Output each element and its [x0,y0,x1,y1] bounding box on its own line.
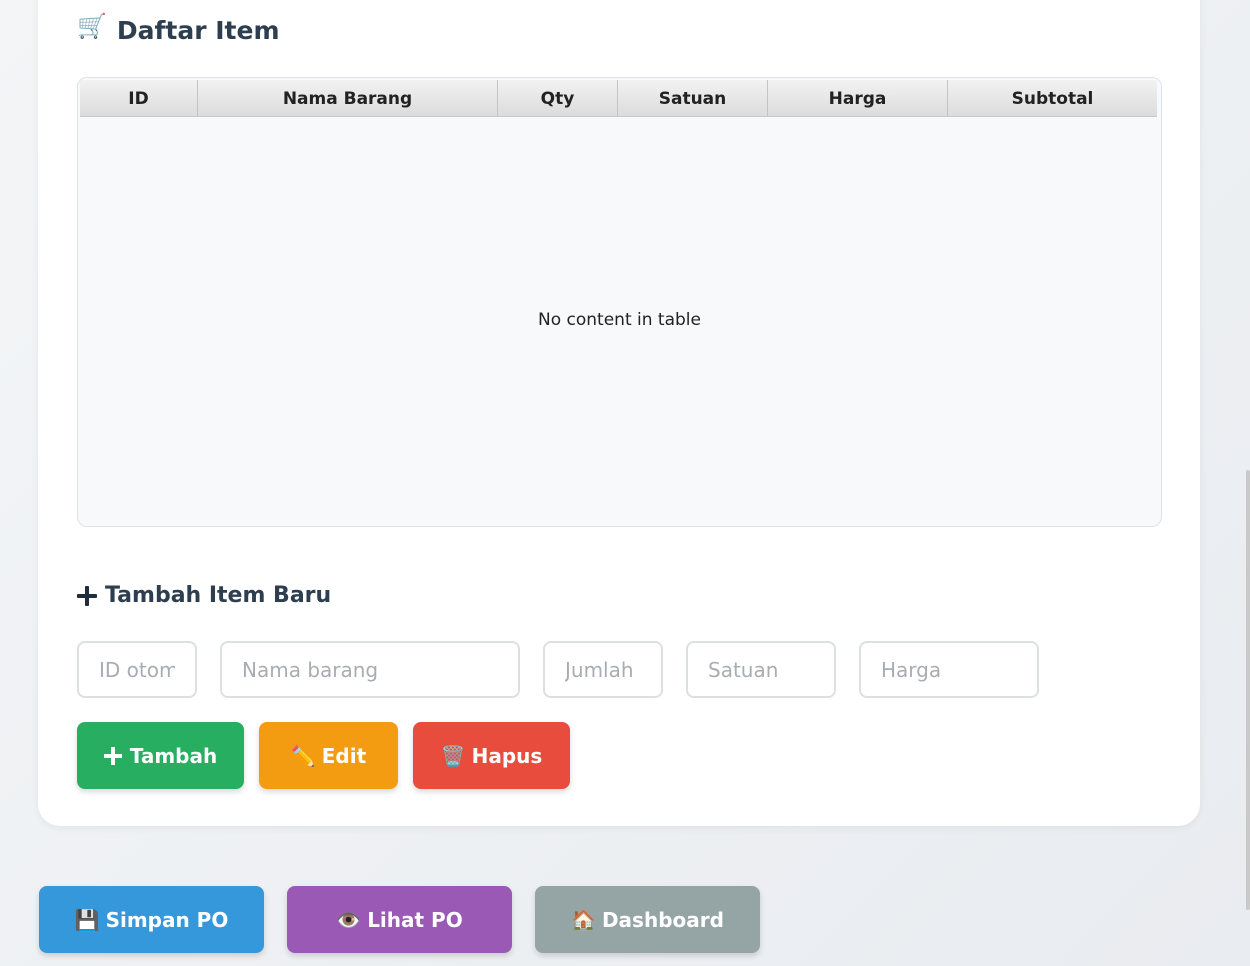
column-header-qty[interactable]: Qty [498,80,618,116]
column-header-harga[interactable]: Harga [768,80,948,116]
floppy-disk-icon: 💾 [74,907,100,932]
quantity-input[interactable] [543,641,663,698]
column-header-id[interactable]: ID [80,80,198,116]
dashboard-button[interactable]: 🏠 Dashboard [535,886,760,953]
dashboard-label: Dashboard [601,907,724,932]
edit-item-button[interactable]: ✏️ Edit [259,722,398,789]
save-po-button[interactable]: 💾 Simpan PO [39,886,264,953]
save-po-label: Simpan PO [105,907,229,932]
eye-icon: 👁️ [336,907,362,932]
unit-input[interactable] [686,641,836,698]
items-section-title: 🛒 Daftar Item [77,12,280,46]
page-scrollbar[interactable] [1246,470,1250,910]
trash-icon: 🗑️ [440,743,466,768]
plus-icon [77,585,97,606]
add-item-button[interactable]: Tambah [77,722,244,789]
view-po-label: Lihat PO [367,907,463,932]
view-po-button[interactable]: 👁️ Lihat PO [287,886,512,953]
new-item-section-title: Tambah Item Baru [77,583,331,608]
home-icon: 🏠 [571,907,596,932]
pencil-icon: ✏️ [290,743,316,768]
page: 🛒 Daftar Item ID Nama Barang Qty Satuan … [0,0,1250,966]
id-input[interactable] [77,641,197,698]
table-empty-message: No content in table [538,310,701,330]
new-item-title-text: Tambah Item Baru [105,583,332,608]
items-table[interactable]: ID Nama Barang Qty Satuan Harga Subtotal… [77,77,1162,527]
add-item-label: Tambah [129,743,218,768]
delete-item-label: Hapus [471,743,543,768]
price-input[interactable] [859,641,1039,698]
items-title-text: Daftar Item [116,16,280,45]
item-name-input[interactable] [220,641,520,698]
edit-item-label: Edit [321,743,367,768]
table-header: ID Nama Barang Qty Satuan Harga Subtotal [80,80,1157,117]
column-header-nama-barang[interactable]: Nama Barang [198,80,498,116]
delete-item-button[interactable]: 🗑️ Hapus [413,722,570,789]
cart-icon: 🛒 [77,11,107,40]
column-header-subtotal[interactable]: Subtotal [948,80,1157,116]
plus-icon [103,746,122,765]
column-header-satuan[interactable]: Satuan [618,80,768,116]
